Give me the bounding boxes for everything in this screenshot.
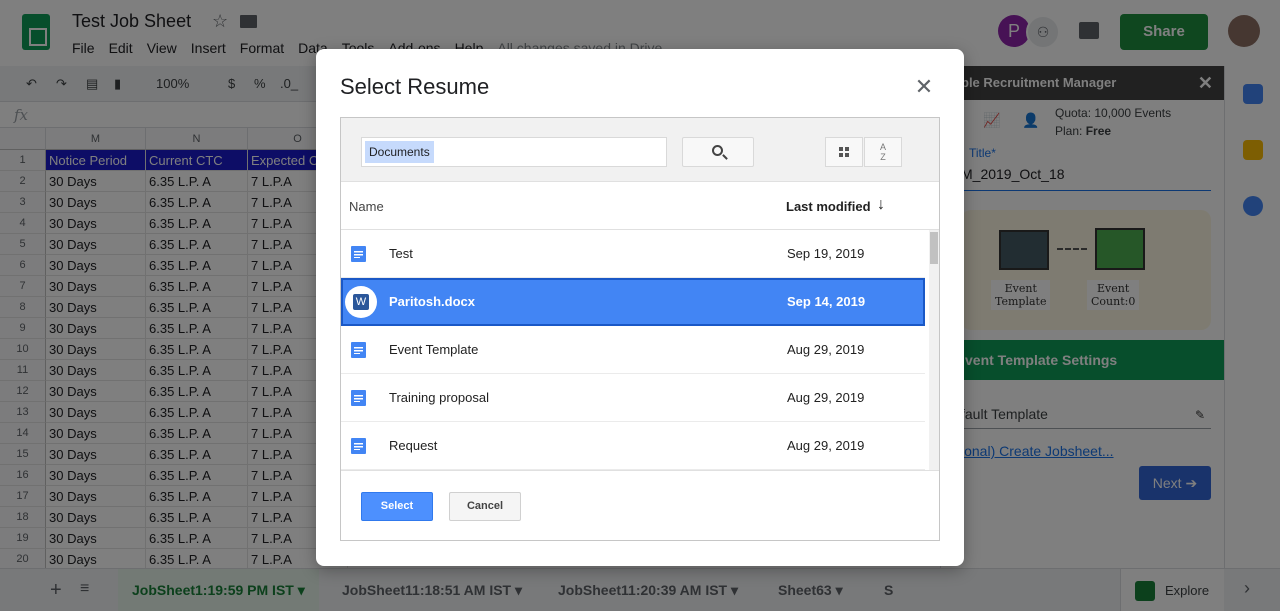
file-modified-date: Sep 14, 2019 <box>787 294 866 309</box>
picker-footer: Select Cancel <box>341 470 939 540</box>
file-name: Paritosh.docx <box>389 294 475 309</box>
scrollbar[interactable] <box>929 230 939 470</box>
select-resume-dialog: Select Resume ✕ Documents AZ Name Last m… <box>316 49 964 566</box>
word-file-icon: W <box>345 286 377 318</box>
file-name: Request <box>389 438 438 453</box>
file-row[interactable]: W Paritosh.docx Sep 14, 2019 <box>341 278 925 326</box>
list-header: Name Last modified ↓ <box>341 182 939 230</box>
google-doc-icon <box>351 342 366 358</box>
file-name: Event Template <box>389 342 479 357</box>
sort-arrow-down-icon[interactable]: ↓ <box>877 196 885 214</box>
file-modified-date: Sep 19, 2019 <box>787 246 865 261</box>
sort-button[interactable]: AZ <box>864 137 902 167</box>
search-input[interactable]: Documents <box>361 137 667 167</box>
search-button[interactable] <box>682 137 754 167</box>
scrollbar-thumb[interactable] <box>930 232 938 264</box>
name-column-header[interactable]: Name <box>349 199 384 214</box>
picker-toolbar: Documents AZ <box>341 118 939 182</box>
google-doc-icon <box>351 438 366 454</box>
file-picker: Documents AZ Name Last modified ↓ Test Se… <box>340 117 940 541</box>
file-row[interactable]: Event Template Aug 29, 2019 <box>341 326 925 374</box>
file-row[interactable]: Request Aug 29, 2019 <box>341 422 925 470</box>
cancel-button[interactable]: Cancel <box>449 492 521 521</box>
dialog-title: Select Resume <box>340 74 490 99</box>
file-name: Training proposal <box>389 390 489 405</box>
file-modified-date: Aug 29, 2019 <box>787 342 865 357</box>
file-modified-date: Aug 29, 2019 <box>787 438 865 453</box>
file-modified-date: Aug 29, 2019 <box>787 390 865 405</box>
grid-view-icon <box>839 147 849 157</box>
select-button[interactable]: Select <box>361 492 433 521</box>
last-modified-column-header[interactable]: Last modified <box>786 199 871 214</box>
sort-az-icon: AZ <box>879 142 886 162</box>
google-doc-icon <box>351 390 366 406</box>
file-row[interactable]: Training proposal Aug 29, 2019 <box>341 374 925 422</box>
file-row[interactable]: Test Sep 19, 2019 <box>341 230 925 278</box>
file-list: Test Sep 19, 2019 W Paritosh.docx Sep 14, 20… <box>341 230 925 470</box>
search-filter-chip[interactable]: Documents <box>365 141 434 163</box>
file-name: Test <box>389 246 413 261</box>
google-doc-icon <box>351 246 366 262</box>
grid-view-button[interactable] <box>825 137 863 167</box>
close-icon[interactable]: ✕ <box>914 75 934 99</box>
search-icon <box>712 145 723 156</box>
